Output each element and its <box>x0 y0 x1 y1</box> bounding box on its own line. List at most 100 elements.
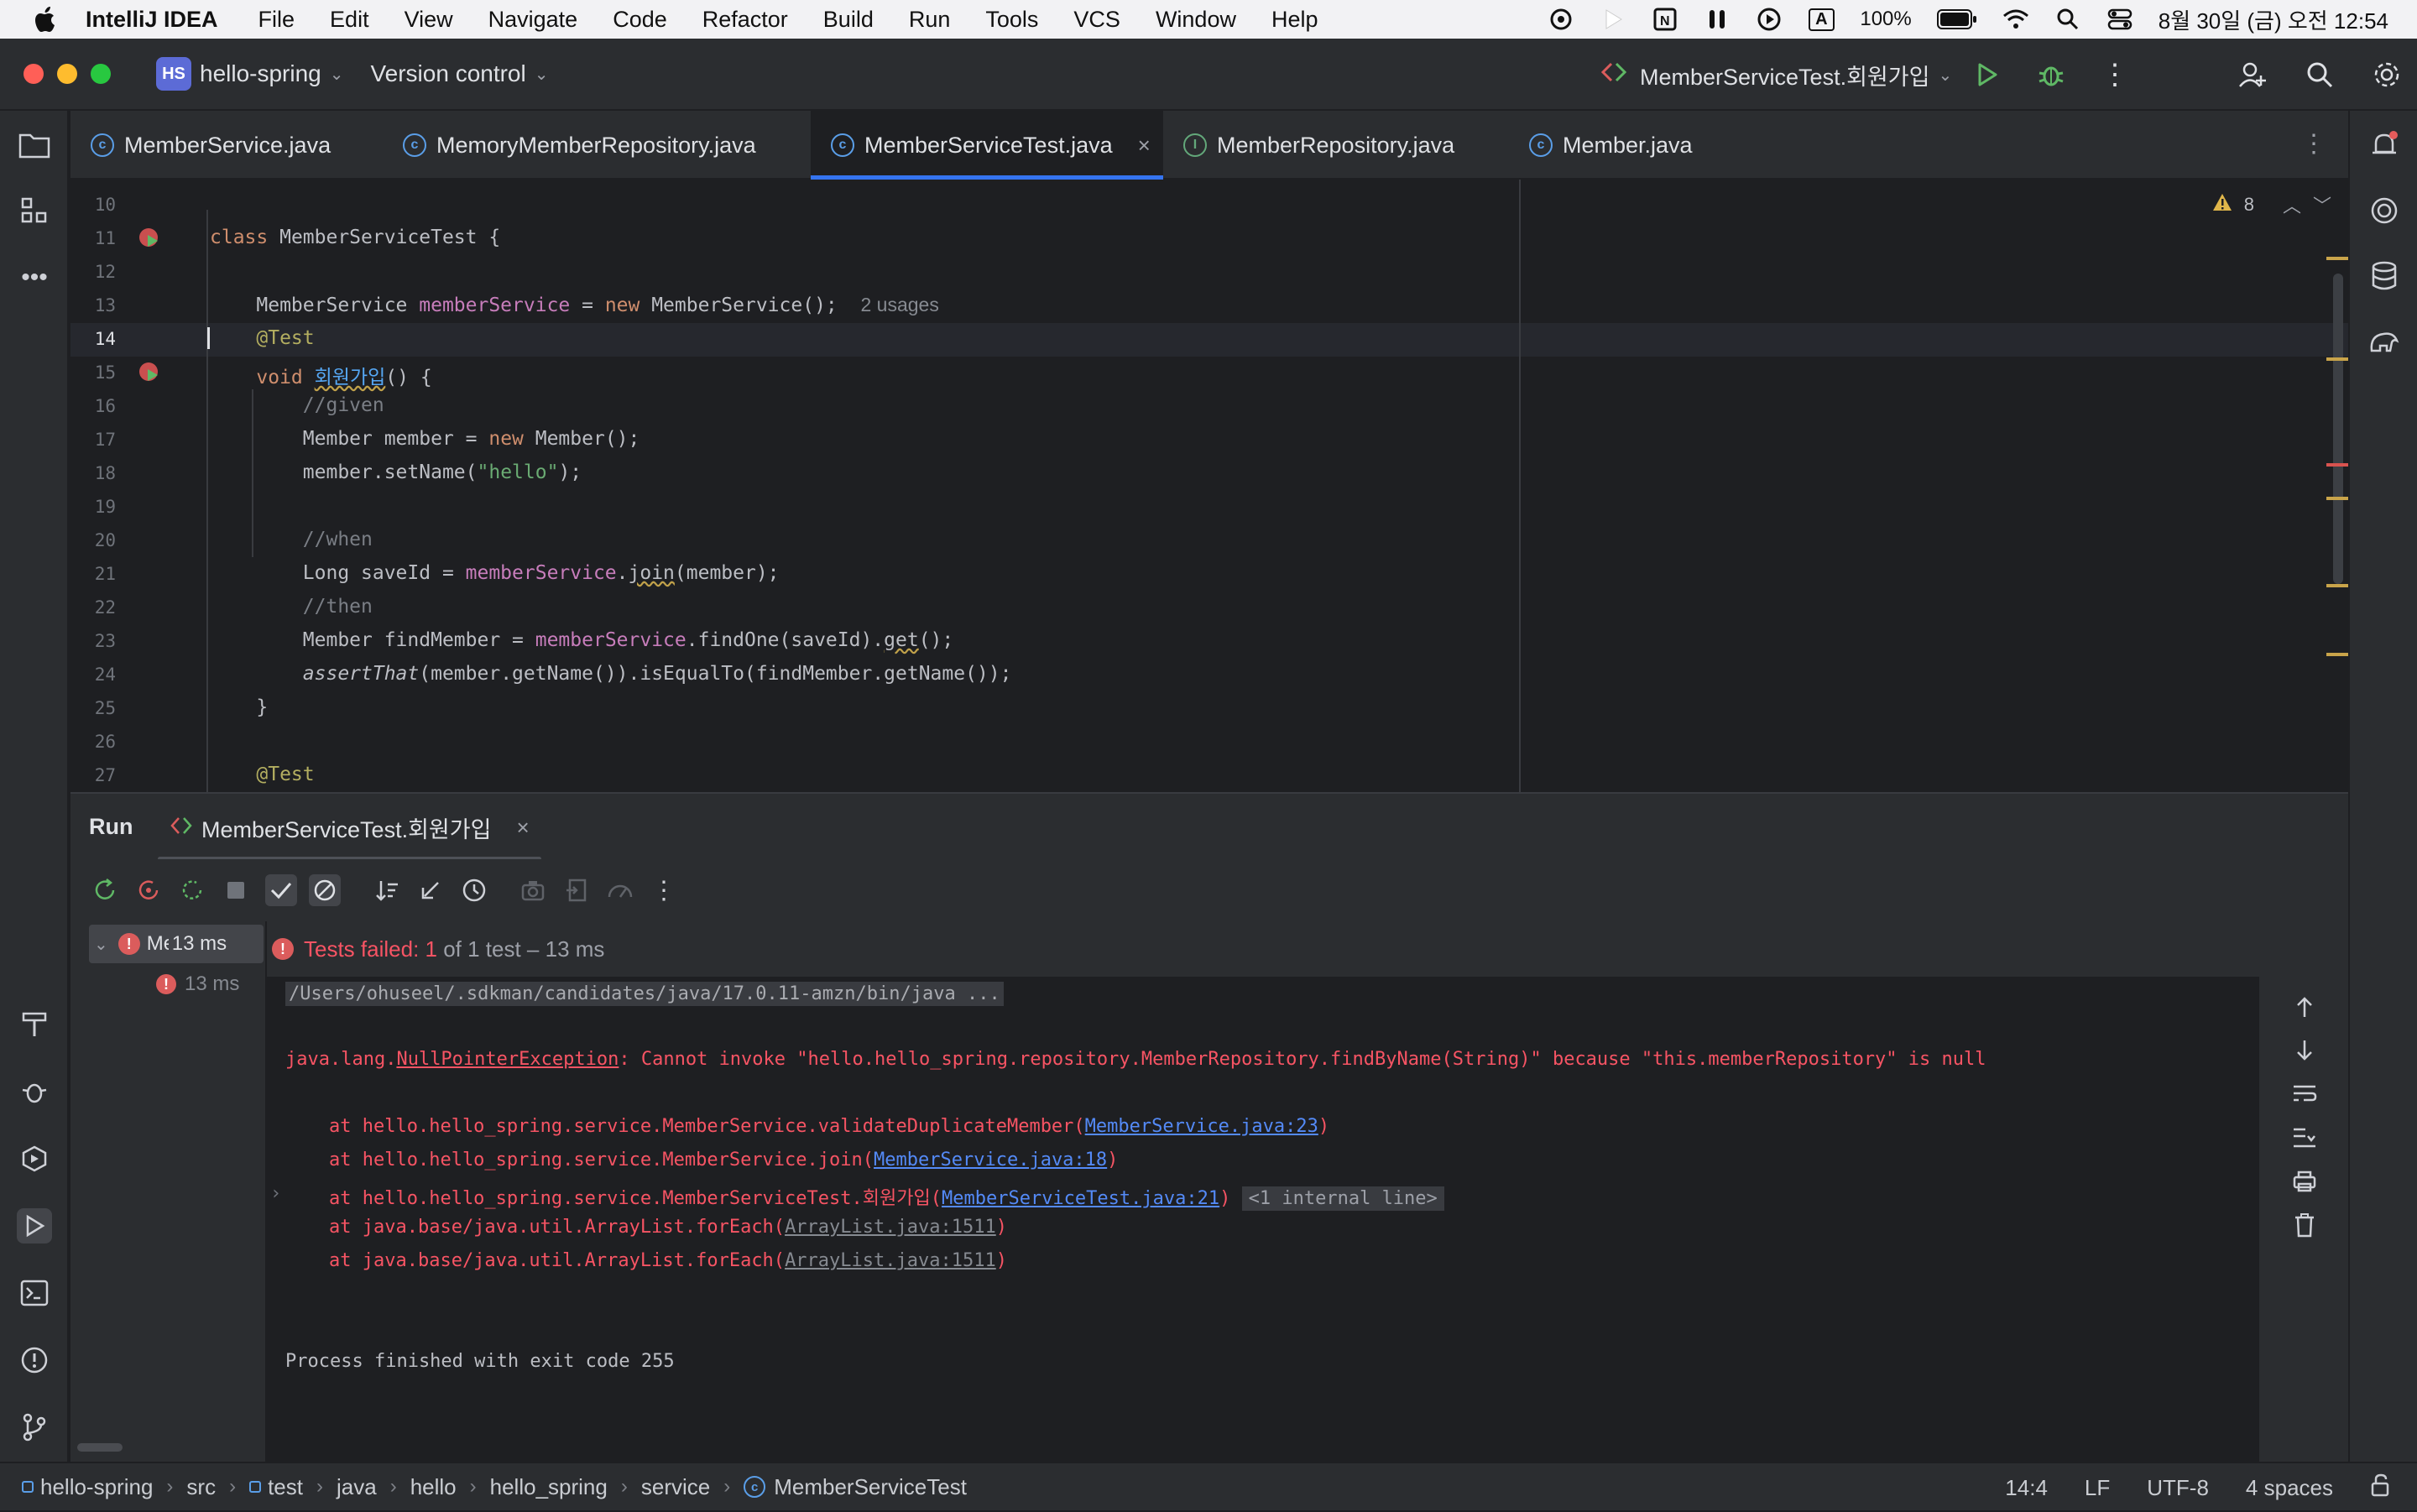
scroll-to-end-icon[interactable] <box>2289 1123 2320 1153</box>
java-command[interactable]: /Users/ohuseel/.sdkman/candidates/java/1… <box>285 982 1004 1006</box>
menubar-clock[interactable]: 8월 30일 (금) 오전 12:54 <box>2159 4 2388 35</box>
source-link[interactable]: ArrayList.java:1511 <box>785 1217 996 1238</box>
menu-code[interactable]: Code <box>613 7 667 33</box>
close-window-button[interactable] <box>23 64 44 84</box>
tab-memory-member-repository[interactable]: c MemoryMemberRepository.java <box>383 111 883 180</box>
menu-vcs[interactable]: VCS <box>1073 7 1120 33</box>
control-center-icon[interactable] <box>2106 6 2133 33</box>
add-user-icon[interactable] <box>2237 60 2268 90</box>
chevron-up-icon[interactable]: ︿ <box>2283 191 2301 218</box>
apple-icon[interactable] <box>34 5 59 34</box>
run-tool-icon[interactable] <box>17 1208 52 1243</box>
tabs-more-icon[interactable]: ⋮ <box>2301 129 2326 159</box>
menu-build[interactable]: Build <box>823 7 874 33</box>
more-options-icon[interactable]: ⋮ <box>648 874 680 906</box>
import-results-icon[interactable] <box>561 874 593 906</box>
arrow-up-icon[interactable] <box>2289 992 2320 1022</box>
services-icon[interactable] <box>17 1141 52 1176</box>
tab-member[interactable]: c Member.java <box>1509 111 1761 180</box>
spotlight-icon[interactable] <box>2054 6 2081 33</box>
airpods-icon[interactable] <box>1704 6 1731 33</box>
notifications-bell-icon[interactable] <box>2367 128 2402 163</box>
caret-position[interactable]: 14:4 <box>2005 1475 2048 1501</box>
tree-horizontal-scrollbar[interactable] <box>77 1443 123 1452</box>
chevron-down-icon[interactable]: ⌄ <box>330 64 344 85</box>
inspection-widget[interactable]: 8 ︿ ﹀ <box>2212 191 2331 218</box>
menu-edit[interactable]: Edit <box>330 7 369 33</box>
test-run-failed-icon[interactable] <box>139 228 158 247</box>
gradle-elephant-icon[interactable] <box>2367 324 2402 359</box>
close-tab-icon[interactable]: × <box>516 815 529 841</box>
breadcrumb-project[interactable]: hello-spring <box>40 1474 153 1500</box>
console-output[interactable]: /Users/ohuseel/.sdkman/candidates/java/1… <box>267 977 2259 1462</box>
show-passed-icon[interactable] <box>265 874 297 906</box>
structure-icon[interactable] <box>17 193 52 228</box>
menu-tools[interactable]: Tools <box>985 7 1038 33</box>
vcs-widget[interactable]: Version control <box>371 60 526 87</box>
breadcrumb-class[interactable]: MemberServiceTest <box>774 1474 967 1500</box>
scroll-error-marker[interactable] <box>2326 463 2348 467</box>
breadcrumb-hello[interactable]: hello <box>410 1474 457 1500</box>
breadcrumb-service[interactable]: service <box>641 1474 710 1500</box>
chevron-down-icon[interactable]: ⌄ <box>94 934 108 955</box>
scroll-warning-marker[interactable] <box>2326 257 2348 260</box>
console-command-line[interactable]: /Users/ohuseel/.sdkman/candidates/java/1… <box>285 982 1004 1006</box>
export-results-icon[interactable] <box>517 874 549 906</box>
menu-run[interactable]: Run <box>909 7 951 33</box>
print-icon[interactable] <box>2289 1166 2320 1197</box>
code-editor[interactable]: 10 11 12 13 14 15 16 17 18 19 20 21 22 2… <box>70 180 2348 792</box>
search-icon[interactable] <box>2305 60 2335 90</box>
chevron-right-icon[interactable]: › <box>270 1183 281 1204</box>
sort-by-duration-icon[interactable] <box>458 874 490 906</box>
input-source-icon[interactable]: A <box>1808 6 1835 33</box>
test-run-failed-icon[interactable] <box>139 362 158 381</box>
battery-icon[interactable] <box>1936 6 1977 33</box>
breadcrumb-hello-spring[interactable]: hello_spring <box>490 1474 608 1500</box>
terminal-icon[interactable] <box>17 1275 52 1311</box>
coverage-icon[interactable] <box>604 874 636 906</box>
run-tab[interactable]: MemberServiceTest.회원가입 × <box>158 794 541 861</box>
soft-wrap-icon[interactable] <box>2289 1079 2320 1109</box>
arrow-down-icon[interactable] <box>2289 1035 2320 1066</box>
menu-navigate[interactable]: Navigate <box>488 7 578 33</box>
build-hammer-icon[interactable] <box>17 1007 52 1042</box>
menu-view[interactable]: View <box>405 7 453 33</box>
menu-refactor[interactable]: Refactor <box>702 7 788 33</box>
file-encoding[interactable]: UTF-8 <box>2147 1475 2209 1501</box>
run-config-selector[interactable]: MemberServiceTest.회원가입 ⌄ <box>1600 39 1952 111</box>
usages-hint[interactable]: 2 usages <box>860 294 938 315</box>
show-ignored-icon[interactable] <box>309 874 341 906</box>
breadcrumb-src[interactable]: src <box>186 1474 216 1500</box>
trash-icon[interactable] <box>2289 1210 2320 1240</box>
minimize-window-button[interactable] <box>57 64 77 84</box>
close-tab-icon[interactable]: × <box>1138 133 1151 159</box>
tree-root-node[interactable]: ⌄ ! Me 13 ms <box>89 925 264 963</box>
more-tools-icon[interactable]: ••• <box>17 260 52 295</box>
breadcrumb-test[interactable]: test <box>268 1474 303 1500</box>
rerun-icon[interactable] <box>89 874 121 906</box>
wifi-icon[interactable] <box>2002 6 2029 33</box>
project-badge[interactable]: HS <box>156 57 191 91</box>
git-branch-icon[interactable] <box>17 1410 52 1445</box>
notion-icon[interactable]: N <box>1652 6 1678 33</box>
rerun-failed-icon[interactable] <box>133 874 164 906</box>
debug-tool-icon[interactable] <box>17 1074 52 1109</box>
toggle-auto-test-icon[interactable] <box>176 874 208 906</box>
tab-member-service-test[interactable]: c MemberServiceTest.java × <box>811 111 1163 180</box>
settings-gear-icon[interactable] <box>2372 60 2402 90</box>
stop-icon[interactable] <box>220 874 252 906</box>
read-only-lock-icon[interactable] <box>2370 1473 2392 1503</box>
run-icon[interactable] <box>1972 60 2002 90</box>
exception-class-link[interactable]: NullPointerException <box>396 1049 619 1070</box>
tab-member-service[interactable]: c MemberService.java <box>70 111 381 180</box>
database-icon[interactable] <box>2367 258 2402 294</box>
sort-alphabetically-icon[interactable] <box>371 874 403 906</box>
source-link[interactable]: MemberServiceTest.java:21 <box>942 1188 1219 1209</box>
more-actions-icon[interactable]: ⋮ <box>2100 59 2130 91</box>
chevron-down-icon[interactable]: ﹀ <box>2313 191 2331 218</box>
project-selector[interactable]: hello-spring <box>200 60 321 87</box>
chatgpt-icon[interactable] <box>1548 6 1574 33</box>
internal-lines-fold[interactable]: <1 internal line> <box>1241 1186 1444 1211</box>
menu-help[interactable]: Help <box>1271 7 1318 33</box>
chevron-down-icon[interactable]: ⌄ <box>535 64 549 85</box>
